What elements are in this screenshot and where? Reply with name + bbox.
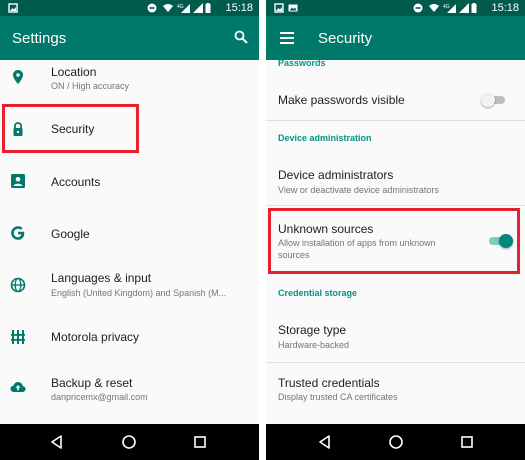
image-notification-icon: [288, 4, 298, 12]
4g-signal-icon: 4G: [177, 4, 190, 13]
setting-device-administrators[interactable]: Device administrators View or deactivate…: [266, 160, 525, 202]
wifi-icon: [429, 4, 439, 12]
battery-icon: [471, 3, 477, 13]
item-title: Accounts: [51, 175, 101, 189]
signal-icon: [459, 3, 469, 13]
location-pin-icon: [13, 70, 23, 84]
item-subtitle: ON / High accuracy: [51, 81, 130, 91]
home-icon[interactable]: [388, 434, 404, 450]
app-bar: Security: [266, 16, 525, 60]
recent-apps-icon[interactable]: [459, 434, 475, 450]
item-subtitle: English (United Kingdom) and Spanish (M.…: [51, 288, 227, 298]
make-passwords-visible-switch[interactable]: [481, 93, 507, 107]
item-subtitle: danpricemx@gmail.com: [51, 392, 148, 402]
back-icon[interactable]: [49, 434, 65, 450]
status-time: 15:18: [225, 2, 253, 14]
settings-item-languages[interactable]: Languages & input English (United Kingdo…: [0, 264, 259, 308]
section-header-passwords: Passwords: [278, 58, 326, 68]
item-title: Location: [51, 65, 97, 79]
section-header-device-administration: Device administration: [278, 133, 372, 143]
item-subtitle: View or deactivate device administrators: [278, 185, 439, 195]
photo-notification-icon: [8, 3, 18, 13]
page-title: Security: [318, 30, 373, 47]
svg-text:4G: 4G: [177, 4, 184, 10]
security-highlight-box: [2, 104, 139, 153]
item-title: Google: [51, 227, 90, 241]
settings-screen: 4G 15:18 Settings Location ON / High acc…: [0, 0, 259, 460]
do-not-disturb-icon: [413, 3, 423, 13]
setting-make-passwords-visible[interactable]: Make passwords visible: [266, 82, 525, 118]
settings-item-motorola-privacy[interactable]: Motorola privacy: [0, 318, 259, 358]
back-icon[interactable]: [317, 434, 333, 450]
photo-notification-icon: [274, 3, 284, 13]
page-title: Settings: [12, 30, 67, 47]
cloud-upload-icon: [10, 382, 26, 392]
account-icon: [11, 174, 25, 188]
settings-item-google[interactable]: Google: [0, 212, 259, 256]
divider: [266, 205, 525, 206]
item-title: Device administrators: [278, 168, 394, 182]
setting-storage-type[interactable]: Storage type Hardware-backed: [266, 314, 525, 358]
status-bar: 4G 15:18: [0, 0, 259, 16]
status-time: 15:18: [491, 2, 519, 14]
recent-apps-icon[interactable]: [192, 434, 208, 450]
app-bar: Settings: [0, 16, 259, 60]
item-subtitle: Hardware-backed: [278, 340, 350, 350]
divider: [266, 120, 525, 121]
setting-trusted-credentials[interactable]: Trusted credentials Display trusted CA c…: [266, 367, 525, 411]
globe-icon: [10, 277, 26, 293]
search-icon[interactable]: [234, 30, 248, 44]
menu-icon[interactable]: [280, 32, 294, 44]
item-title: Languages & input: [51, 271, 152, 285]
wifi-icon: [163, 4, 173, 12]
navigation-bar: [0, 424, 259, 460]
settings-item-backup-reset[interactable]: Backup & reset danpricemx@gmail.com: [0, 366, 259, 410]
item-title: Trusted credentials: [278, 376, 380, 390]
divider: [266, 362, 525, 363]
item-title: Motorola privacy: [51, 330, 140, 344]
section-header-credential-storage: Credential storage: [278, 288, 358, 298]
settings-item-location[interactable]: Location ON / High accuracy: [0, 60, 259, 102]
unknown-sources-highlight-box: [268, 208, 520, 274]
settings-item-accounts[interactable]: Accounts: [0, 159, 259, 203]
svg-text:4G: 4G: [443, 4, 450, 10]
do-not-disturb-icon: [147, 3, 157, 13]
4g-signal-icon: 4G: [443, 4, 456, 13]
screen-divider: [259, 0, 266, 460]
item-title: Make passwords visible: [278, 93, 405, 107]
google-icon: [11, 226, 25, 240]
motorola-icon: [11, 330, 25, 344]
item-subtitle: Display trusted CA certificates: [278, 392, 398, 402]
navigation-bar: [266, 424, 525, 460]
home-icon[interactable]: [121, 434, 137, 450]
signal-icon: [193, 3, 203, 13]
item-title: Storage type: [278, 323, 347, 337]
security-screen: 4G 15:18 Security Passwords Make passwor…: [266, 0, 525, 460]
item-title: Backup & reset: [51, 376, 133, 390]
battery-icon: [205, 3, 211, 13]
status-bar: 4G 15:18: [266, 0, 525, 16]
